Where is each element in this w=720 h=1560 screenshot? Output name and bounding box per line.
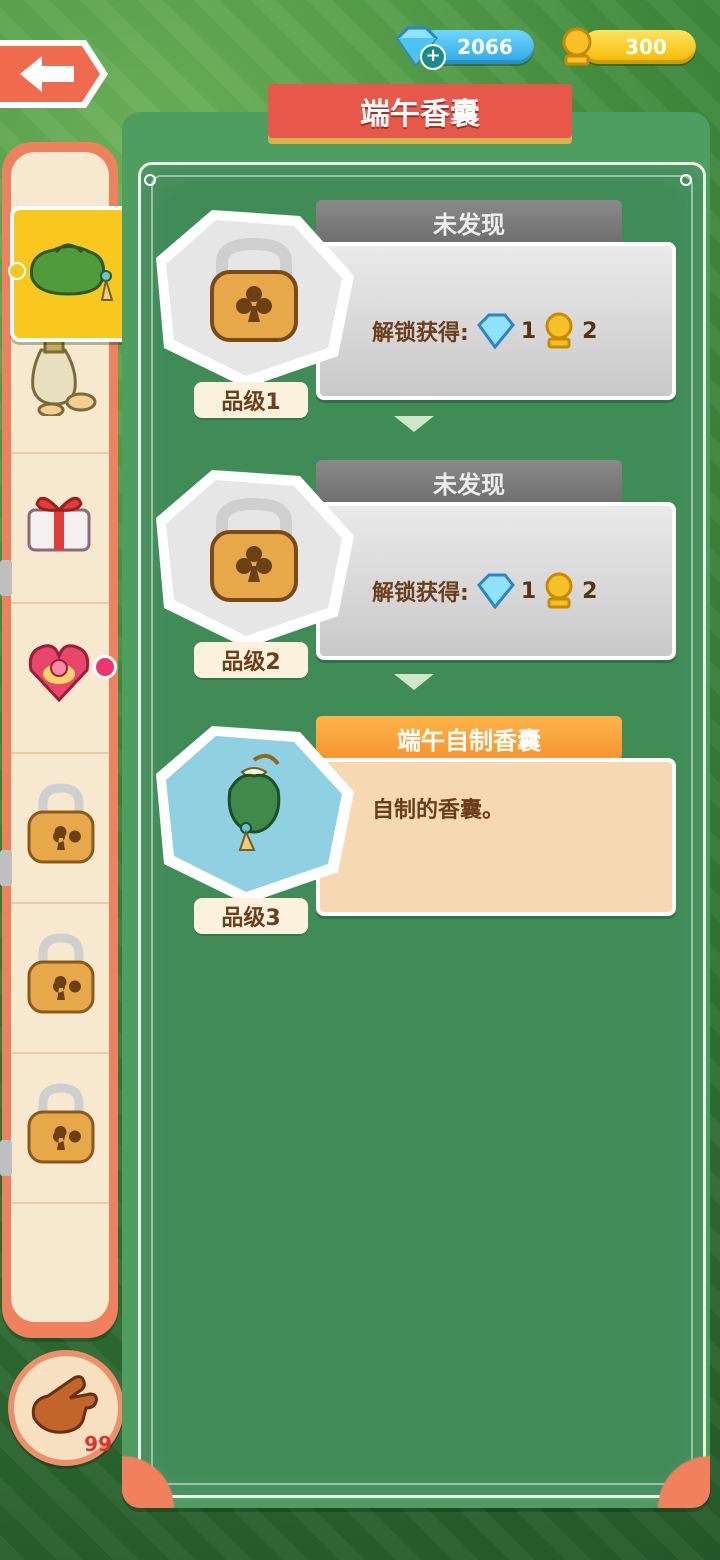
- item-description: 自制的香囊。: [372, 798, 505, 823]
- reward-gold-count: 2: [582, 318, 598, 344]
- grade-label: 品级1: [194, 382, 308, 418]
- sachet-icon: [29, 243, 114, 301]
- gem-icon: [476, 313, 515, 349]
- card-status-header: 未发现: [316, 460, 622, 504]
- unlock-reward: 解锁获得: 1 2: [372, 572, 597, 610]
- reward-gem-count: 1: [520, 578, 537, 604]
- card-status-header: 未发现: [316, 200, 622, 244]
- chevron-down-icon: [394, 674, 434, 690]
- locked-item-hexagon: [156, 470, 354, 648]
- add-gems-button[interactable]: +: [420, 44, 446, 70]
- locked-item-hexagon: [156, 210, 354, 388]
- back-button[interactable]: [0, 36, 110, 112]
- panel-corner-decoration: [638, 1436, 710, 1508]
- sidebar-item-locked-2[interactable]: [11, 902, 109, 1054]
- item-hexagon: [156, 726, 354, 904]
- card-title-header: 端午自制香囊: [316, 716, 622, 760]
- reward-label: 解锁获得:: [372, 581, 469, 606]
- sidebar-item-locked-3[interactable]: [11, 1052, 109, 1204]
- sidebar-item-ring-box[interactable]: [11, 602, 109, 754]
- sidebar-item-partial[interactable]: [11, 1202, 109, 1322]
- sidebar-item-gift[interactable]: [11, 452, 109, 604]
- new-badge: [93, 655, 117, 679]
- gift-box-icon: [27, 496, 91, 552]
- hint-count: 99: [84, 1432, 112, 1456]
- page-title: 端午香囊: [268, 84, 572, 138]
- gold-count: 300: [625, 35, 667, 59]
- panel-corner-decoration: [122, 1436, 194, 1508]
- scroll-tab: [0, 850, 12, 886]
- gem-icon: [476, 573, 515, 609]
- gold-counter: 300: [582, 30, 696, 64]
- ring-box-icon: [28, 644, 90, 703]
- gem-count: 2066: [457, 35, 513, 59]
- scroll-tab: [0, 1140, 12, 1176]
- scroll-tab: [0, 560, 12, 596]
- sidebar-item-selected-sachet[interactable]: [8, 206, 134, 342]
- hint-hand-button[interactable]: 99: [8, 1350, 124, 1466]
- grade-label: 品级2: [194, 642, 308, 678]
- gold-trophy-icon: [562, 27, 592, 66]
- chevron-down-icon: [394, 416, 434, 432]
- corner-dot: [144, 174, 156, 186]
- sidebar-item-locked-1[interactable]: [11, 752, 109, 904]
- gold-trophy-icon: [545, 572, 573, 609]
- gold-trophy-icon: [545, 312, 573, 349]
- corner-dot: [680, 174, 692, 186]
- wine-jar-icon: [31, 338, 97, 416]
- lock-icon: [27, 783, 95, 864]
- lock-icon: [27, 933, 95, 1014]
- unlock-reward: 解锁获得: 1 2: [372, 312, 597, 350]
- card-body: [316, 758, 676, 916]
- lock-icon: [27, 1083, 95, 1164]
- grade-label: 品级3: [194, 898, 308, 934]
- reward-label: 解锁获得:: [372, 321, 469, 346]
- reward-gem-count: 1: [520, 318, 537, 344]
- reward-gold-count: 2: [582, 578, 598, 604]
